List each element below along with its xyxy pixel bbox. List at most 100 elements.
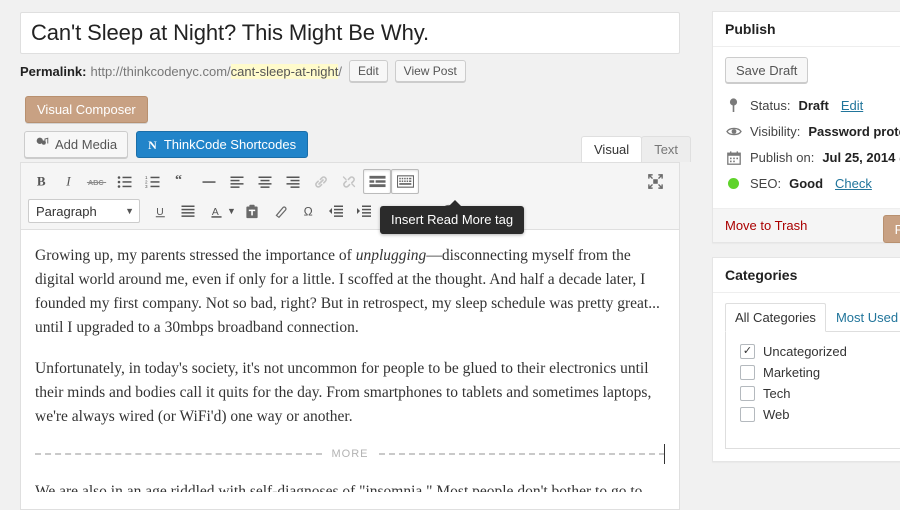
more-label: MORE bbox=[331, 447, 369, 460]
categories-panel-heading: Categories bbox=[713, 258, 900, 293]
seo-status-dot-icon bbox=[725, 178, 742, 189]
visual-composer-button[interactable]: Visual Composer bbox=[25, 96, 148, 123]
status-value: Draft bbox=[798, 98, 829, 113]
svg-text:I: I bbox=[65, 174, 71, 189]
status-label: Status: bbox=[750, 98, 791, 113]
read-more-icon[interactable] bbox=[363, 169, 391, 194]
strikethrough-icon[interactable]: ABC bbox=[83, 169, 111, 194]
toolbar-row-1: B I ABC 1 2 3 “ bbox=[27, 167, 673, 196]
tab-text[interactable]: Text bbox=[641, 136, 692, 162]
categories-tabs: All Categories Most Used bbox=[725, 303, 900, 332]
thinkcode-logo-icon: N bbox=[148, 137, 157, 152]
indent-icon[interactable] bbox=[350, 199, 378, 224]
editor-content-area[interactable]: Growing up, my parents stressed the impo… bbox=[21, 230, 679, 492]
svg-text:B: B bbox=[36, 174, 45, 189]
align-center-icon[interactable] bbox=[251, 169, 279, 194]
add-media-button[interactable]: Add Media bbox=[24, 131, 129, 158]
horizontal-rule-icon[interactable] bbox=[195, 169, 223, 194]
visibility-label: Visibility: bbox=[750, 124, 801, 139]
permalink-label: Permalink: bbox=[20, 63, 87, 79]
pin-icon bbox=[725, 98, 742, 113]
outdent-icon[interactable] bbox=[322, 199, 350, 224]
clear-formatting-icon[interactable] bbox=[266, 199, 294, 224]
seo-label: SEO: bbox=[750, 176, 782, 191]
paragraph-format-select[interactable]: Paragraph ▼ bbox=[28, 199, 140, 223]
post-title-input[interactable] bbox=[21, 20, 679, 46]
save-draft-button[interactable]: Save Draft bbox=[725, 57, 809, 83]
bulleted-list-icon[interactable] bbox=[111, 169, 139, 194]
move-to-trash-link[interactable]: Move to Trash bbox=[725, 218, 807, 233]
bold-icon[interactable]: B bbox=[27, 169, 55, 194]
post-title-field[interactable] bbox=[20, 12, 680, 54]
toggle-toolbar-icon[interactable] bbox=[391, 169, 419, 194]
publish-panel-heading: Publish bbox=[713, 12, 900, 47]
list-item[interactable]: Marketing bbox=[734, 362, 900, 383]
checkbox-marketing[interactable] bbox=[740, 365, 755, 380]
thinkcode-shortcodes-button[interactable]: N ThinkCode Shortcodes bbox=[136, 131, 309, 158]
sidebar: Publish Save Draft Status: Draft Edit Vi… bbox=[700, 0, 900, 510]
svg-text:Ω: Ω bbox=[303, 204, 312, 218]
svg-text:A: A bbox=[211, 206, 218, 217]
categories-panel: Categories All Categories Most Used ✓ Un… bbox=[712, 257, 900, 462]
svg-text:“: “ bbox=[174, 175, 181, 188]
permalink-tail: / bbox=[338, 63, 342, 79]
paragraph-2: Unfortunately, in today's society, it's … bbox=[35, 360, 652, 426]
p1-text-a: Growing up, my parents stressed the impo… bbox=[35, 247, 356, 264]
align-left-icon[interactable] bbox=[223, 169, 251, 194]
seo-check-link[interactable]: Check bbox=[835, 176, 872, 191]
publish-panel-body: Save Draft Status: Draft Edit Visibility… bbox=[713, 47, 900, 208]
category-label: Marketing bbox=[763, 365, 821, 380]
status-edit-link[interactable]: Edit bbox=[841, 98, 863, 113]
checkbox-tech[interactable] bbox=[740, 386, 755, 401]
blockquote-icon[interactable]: “ bbox=[167, 169, 195, 194]
more-line-left bbox=[35, 453, 322, 456]
svg-text:U: U bbox=[156, 206, 163, 217]
link-icon[interactable] bbox=[307, 169, 335, 194]
paragraph-format-value: Paragraph bbox=[36, 203, 97, 219]
publish-panel-footer: Move to Trash Publish bbox=[713, 208, 900, 243]
permalink-row: Permalink: http://thinkcodenyc.com/cant-… bbox=[20, 58, 680, 84]
justify-icon[interactable] bbox=[174, 199, 202, 224]
publish-on-value: Jul 25, 2014 @ 6:00 bbox=[822, 150, 900, 165]
read-more-divider[interactable]: MORE bbox=[35, 444, 665, 465]
wordpress-post-editor: Permalink: http://thinkcodenyc.com/cant-… bbox=[0, 0, 900, 510]
thinkcode-shortcodes-label: ThinkCode Shortcodes bbox=[163, 137, 297, 152]
toolbar-row-2: Paragraph ▼ U A ▼ Ω bbox=[27, 196, 673, 226]
categories-panel-body: All Categories Most Used ✓ Uncategorized… bbox=[713, 293, 900, 461]
view-post-button[interactable]: View Post bbox=[394, 60, 466, 82]
paste-as-text-icon[interactable] bbox=[238, 199, 266, 224]
checkbox-web[interactable] bbox=[740, 407, 755, 422]
list-item[interactable]: ✓ Uncategorized bbox=[734, 341, 900, 362]
edit-permalink-button[interactable]: Edit bbox=[348, 60, 388, 82]
category-label: Tech bbox=[763, 386, 791, 401]
p1-emphasis: unplugging bbox=[355, 247, 427, 264]
underline-icon[interactable]: U bbox=[146, 199, 174, 224]
add-media-label: Add Media bbox=[55, 137, 118, 152]
tab-most-used[interactable]: Most Used bbox=[826, 303, 900, 332]
italic-icon[interactable]: I bbox=[55, 169, 83, 194]
tab-all-categories[interactable]: All Categories bbox=[725, 303, 826, 332]
special-character-icon[interactable]: Ω bbox=[294, 199, 322, 224]
list-item[interactable]: Tech bbox=[734, 383, 900, 404]
align-right-icon[interactable] bbox=[279, 169, 307, 194]
more-line-right bbox=[378, 453, 665, 456]
category-label: Web bbox=[763, 407, 790, 422]
chevron-down-icon: ▼ bbox=[125, 206, 134, 216]
read-more-tooltip: Insert Read More tag bbox=[380, 200, 525, 234]
calendar-icon bbox=[725, 150, 742, 165]
permalink-slug[interactable]: cant-sleep-at-night bbox=[230, 63, 339, 79]
unlink-icon[interactable] bbox=[335, 169, 363, 194]
categories-list[interactable]: ✓ Uncategorized Marketing Tech Web bbox=[725, 331, 900, 449]
publish-on-row: Publish on: Jul 25, 2014 @ 6:00 bbox=[725, 144, 900, 170]
text-color-chevron-down-icon[interactable]: ▼ bbox=[225, 199, 238, 224]
distraction-free-icon[interactable] bbox=[641, 169, 669, 194]
editor-main-column: Permalink: http://thinkcodenyc.com/cant-… bbox=[0, 0, 700, 510]
permalink-base: http://thinkcodenyc.com/ bbox=[90, 63, 231, 79]
tab-visual[interactable]: Visual bbox=[581, 136, 643, 162]
eye-icon bbox=[725, 126, 742, 137]
checkbox-uncategorized[interactable]: ✓ bbox=[740, 344, 755, 359]
text-cursor bbox=[664, 444, 665, 465]
list-item[interactable]: Web bbox=[734, 404, 900, 425]
publish-button[interactable]: Publish bbox=[883, 215, 900, 243]
numbered-list-icon[interactable]: 1 2 3 bbox=[139, 169, 167, 194]
